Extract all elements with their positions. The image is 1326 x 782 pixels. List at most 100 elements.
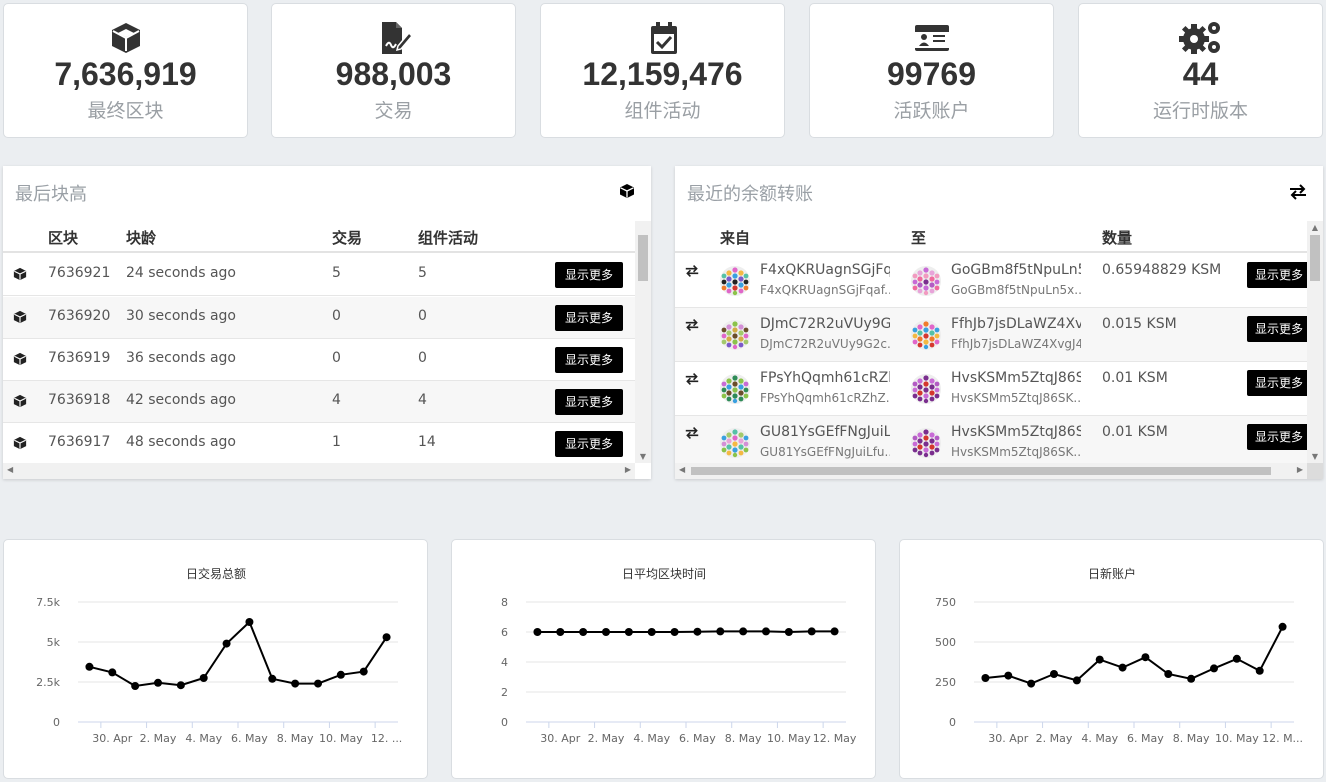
transfer-arrows-icon [685, 426, 699, 444]
scroll-left-arrow-icon[interactable]: ◀ [679, 465, 685, 474]
data-point [784, 628, 793, 636]
block-number[interactable]: 7636921 [48, 265, 110, 281]
data-point [602, 628, 610, 636]
block-number[interactable]: 7636917 [48, 434, 110, 450]
data-point [222, 639, 231, 648]
y-tick-label: 2.5k [36, 676, 60, 689]
horizontal-scrollbar[interactable]: ◀ ▶ [3, 463, 635, 479]
stat-card-finalized-blocks: 7,636,919 最终区块 [3, 3, 248, 138]
vertical-scrollbar[interactable]: ▲ ▼ [1307, 221, 1323, 463]
y-tick-label: 0 [501, 716, 508, 729]
show-more-button[interactable]: 显示更多 [1247, 424, 1311, 450]
horizontal-scrollbar[interactable]: ◀ ▶ [675, 463, 1307, 479]
scroll-left-arrow-icon[interactable]: ◀ [7, 465, 13, 474]
data-point [336, 670, 345, 679]
cube-icon [13, 394, 27, 412]
calendar-check-icon [541, 20, 784, 56]
scrollbar-thumb[interactable] [638, 235, 648, 281]
stat-value: 44 [1182, 56, 1219, 92]
identicon-avatar [911, 428, 941, 458]
show-more-button[interactable]: 显示更多 [555, 262, 623, 288]
stat-value: 7,636,919 [54, 56, 197, 92]
from-address[interactable]: DJmC72R2uVUy9G2 [760, 316, 890, 332]
data-point [1004, 671, 1013, 680]
data-point [693, 627, 702, 636]
show-more-button[interactable]: 显示更多 [1247, 316, 1311, 342]
data-point [1278, 622, 1287, 631]
from-address-short: FPsYhQqmh61cRZhZ... [760, 391, 890, 405]
table-row: 7636918 42 seconds ago 4 4 显示更多 [3, 381, 635, 423]
x-tick-label: 30. Apr [92, 732, 132, 745]
identicon-avatar [720, 428, 750, 458]
table-row: DJmC72R2uVUy9G2 DJmC72R2uVUy9G2c... FfhJ… [675, 308, 1311, 362]
block-number[interactable]: 7636920 [48, 308, 110, 324]
column-header-from: 来自 [720, 229, 751, 247]
to-address-short: FfhJb7jsDLaWZ4XvgJ4... [951, 337, 1081, 351]
x-tick-label: 8. May [1173, 732, 1210, 745]
y-tick-label: 750 [935, 596, 956, 609]
x-tick-label: 8. May [277, 732, 314, 745]
panel-title: 最后块高 [15, 184, 87, 205]
to-address[interactable]: HvsKSMm5ZtqJ86SK [951, 370, 1081, 386]
show-more-button[interactable]: 显示更多 [555, 305, 623, 331]
data-point [556, 628, 565, 636]
table-row: 7636919 36 seconds ago 0 0 显示更多 [3, 339, 635, 381]
to-address[interactable]: GoGBm8f5tNpuLn5: [951, 262, 1081, 278]
data-point [176, 681, 185, 690]
x-tick-label: 12. M... [1262, 732, 1303, 745]
data-point [1072, 676, 1081, 685]
stat-value: 988,003 [335, 56, 452, 92]
latest-blocks-panel: 最后块高 区块 块龄 交易 组件活动 7636921 24 seconds ag… [3, 166, 651, 479]
scroll-down-arrow-icon[interactable]: ▼ [1307, 452, 1323, 461]
scrollbar-thumb[interactable] [691, 467, 1271, 475]
transfer-amount: 0.65948829 KSM [1102, 262, 1222, 278]
data-point [830, 627, 839, 636]
y-tick-label: 250 [935, 676, 956, 689]
x-tick-label: 6. May [1127, 732, 1164, 745]
stat-value: 12,159,476 [582, 56, 743, 92]
data-point [131, 682, 140, 690]
scrollbar-thumb[interactable] [1310, 235, 1320, 281]
from-address[interactable]: F4xQKRUagnSGjFqa [760, 262, 890, 278]
block-tx-count: 4 [332, 392, 341, 408]
to-address[interactable]: HvsKSMm5ZtqJ86SK [951, 424, 1081, 440]
show-more-button[interactable]: 显示更多 [1247, 370, 1311, 396]
x-tick-label: 2. May [140, 732, 177, 745]
chart-daily-new-accounts: 日新账户 0 250 500 750 30. Apr 2. May 4. May 6. May 8… [899, 539, 1324, 779]
scroll-right-arrow-icon[interactable]: ▶ [625, 465, 631, 474]
transfer-arrows-icon [685, 264, 699, 282]
show-more-button[interactable]: 显示更多 [555, 389, 623, 415]
show-more-button[interactable]: 显示更多 [555, 347, 623, 373]
stat-card-transactions: 988,003 交易 [271, 3, 516, 138]
column-header-age: 块龄 [126, 229, 157, 247]
block-age: 42 seconds ago [126, 392, 236, 408]
from-address[interactable]: GU81YsGEfFNgJuiLfu [760, 424, 890, 440]
signed-document-icon [272, 20, 515, 56]
scroll-right-arrow-icon[interactable]: ▶ [1297, 465, 1303, 474]
y-tick-label: 2 [501, 686, 508, 699]
scroll-up-arrow-icon[interactable]: ▲ [1307, 223, 1323, 232]
from-address-short: DJmC72R2uVUy9G2c... [760, 337, 890, 351]
data-point [1118, 663, 1127, 672]
vertical-scrollbar[interactable]: ▼ [635, 221, 651, 463]
chart-svg: 日平均区块时间 0 2 4 6 8 30. Apr 2. May 4. May 6. May 8. … [501, 567, 857, 745]
block-tx-count: 0 [332, 350, 341, 366]
show-more-button[interactable]: 显示更多 [1247, 262, 1311, 288]
stat-card-runtime-version: 44 运行时版本 [1078, 3, 1323, 138]
block-number[interactable]: 7636919 [48, 350, 110, 366]
x-tick-label: 8. May [725, 732, 762, 745]
column-header-tx: 交易 [332, 229, 363, 247]
show-more-button[interactable]: 显示更多 [555, 431, 623, 457]
y-tick-label: 500 [935, 636, 956, 649]
from-address-short: F4xQKRUagnSGjFqaf... [760, 283, 890, 297]
stat-label: 运行时版本 [1152, 100, 1248, 122]
stat-card-events: 12,159,476 组件活动 [540, 3, 785, 138]
block-tx-count: 5 [332, 265, 341, 281]
data-point [291, 679, 300, 688]
block-number[interactable]: 7636918 [48, 392, 110, 408]
from-address[interactable]: FPsYhQqmh61cRZhz [760, 370, 890, 386]
scroll-down-arrow-icon[interactable]: ▼ [635, 452, 651, 461]
x-tick-label: 12. May [813, 732, 857, 745]
to-address[interactable]: FfhJb7jsDLaWZ4XvgJ [951, 316, 1081, 332]
table-row: GU81YsGEfFNgJuiLfu GU81YsGEfFNgJuiLfu...… [675, 416, 1311, 470]
